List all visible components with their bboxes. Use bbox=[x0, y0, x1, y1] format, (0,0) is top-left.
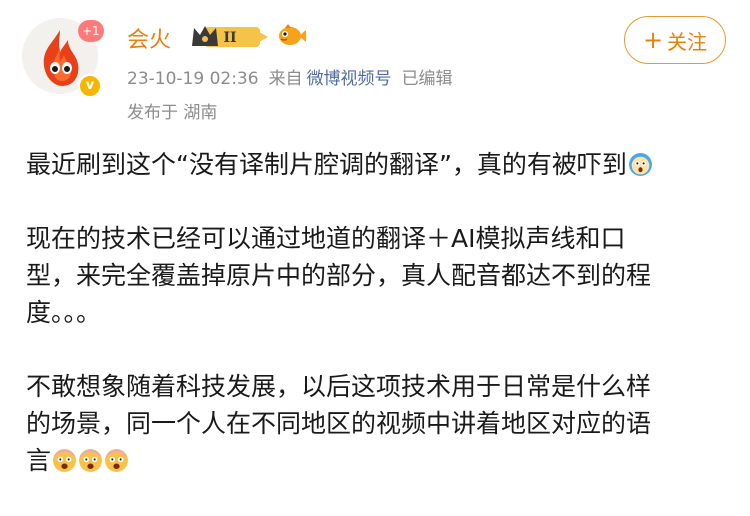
source-prefix: 来自 bbox=[268, 69, 303, 89]
scared-face-icon bbox=[53, 449, 76, 472]
paragraph-3-line-3-text: 言 bbox=[26, 446, 52, 475]
plus-icon: + bbox=[642, 26, 664, 54]
post-timestamp: 23-10-19 02:36 bbox=[127, 69, 259, 89]
source-link[interactable]: 微博视频号 bbox=[307, 69, 392, 89]
username[interactable]: 会火 bbox=[127, 22, 171, 54]
paragraph-3-line-1: 不敢想象随着科技发展，以后这项技术用于日常是什么样 bbox=[26, 372, 652, 401]
paragraph-3-line-2: 的场景，同一个人在不同地区的视频中讲着地区对应的语 bbox=[26, 409, 652, 438]
vip-crown-icon[interactable]: II bbox=[190, 22, 274, 50]
paragraph-2-line-2: 型，来完全覆盖掉原片中的部分，真人配音都达不到的程 bbox=[26, 261, 652, 290]
paragraph-3-line-3: 言 bbox=[26, 442, 726, 479]
post-meta: 23-10-19 02:36 来自 微博视频号 已编辑 bbox=[127, 64, 463, 89]
fish-icon[interactable] bbox=[275, 19, 307, 51]
weibo-post: +1 v 会火 II 23-10-19 02:36 来自 微博视频号 已编辑 发布于 … bbox=[0, 0, 750, 515]
vip-level-label: II bbox=[223, 30, 236, 46]
verified-badge: v bbox=[78, 74, 102, 98]
post-location: 发布于 湖南 bbox=[127, 103, 218, 123]
scared-face-icon bbox=[105, 449, 128, 472]
edited-label[interactable]: 已编辑 bbox=[402, 69, 453, 89]
paragraph-2: 现在的技术已经可以通过地道的翻译＋AI模拟声线和口 型，来完全覆盖掉原片中的部分… bbox=[26, 220, 726, 331]
scared-face-icon bbox=[79, 449, 102, 472]
paragraph-1-text: 最近刷到这个“没有译制片腔调的翻译”，真的有被吓到 bbox=[26, 150, 627, 179]
paragraph-1: 最近刷到这个“没有译制片腔调的翻译”，真的有被吓到 bbox=[26, 146, 726, 183]
follow-button-label: 关注 bbox=[667, 29, 708, 54]
paragraph-3: 不敢想象随着科技发展，以后这项技术用于日常是什么样 的场景，同一个人在不同地区的… bbox=[26, 368, 726, 479]
paragraph-2-line-1: 现在的技术已经可以通过地道的翻译＋AI模拟声线和口 bbox=[26, 224, 626, 253]
post-body: 最近刷到这个“没有译制片腔调的翻译”，真的有被吓到 现在的技术已经可以通过地道的… bbox=[26, 146, 726, 516]
notification-badge: +1 bbox=[78, 20, 104, 42]
follow-button[interactable]: + 关注 bbox=[624, 16, 726, 64]
avatar-container[interactable]: +1 v bbox=[22, 18, 104, 98]
shocked-face-icon bbox=[628, 153, 652, 176]
paragraph-2-line-3: 度。。。 bbox=[26, 298, 102, 327]
